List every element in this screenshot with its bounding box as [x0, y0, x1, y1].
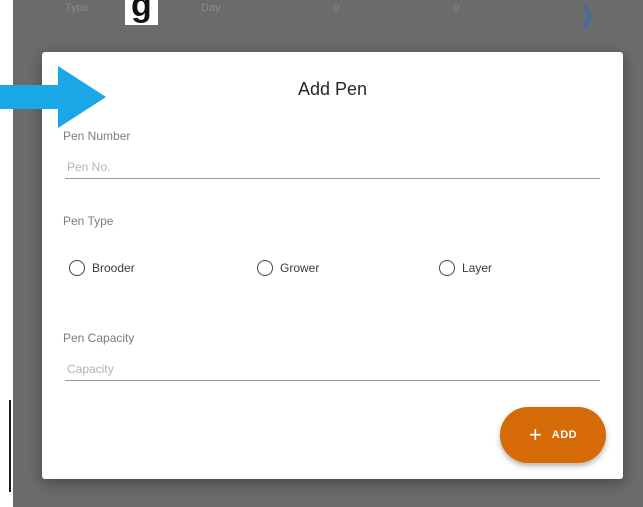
radio-label-grower: Grower: [280, 261, 320, 275]
background-heading: g: [125, 0, 159, 25]
chevron-right-icon: ❯: [580, 2, 594, 27]
radio-layer[interactable]: Layer: [439, 258, 492, 278]
add-pen-dialog: Add Pen Pen Number Pen Type Brooder Grow…: [42, 52, 623, 479]
screenshot-canvas: Type Day 0 0 ❯ g Add Pen Pen Number Pen …: [0, 0, 643, 507]
radio-circle-icon[interactable]: [69, 260, 85, 276]
add-button-label: ADD: [551, 429, 578, 441]
dialog-title: Add Pen: [297, 79, 368, 99]
radio-label-brooder: Brooder: [92, 261, 135, 275]
arrow-right-icon: [0, 66, 106, 128]
pen-type-label: Pen Type: [63, 214, 114, 228]
pen-number-input[interactable]: [65, 156, 600, 179]
pen-number-label: Pen Number: [63, 129, 131, 143]
background-table-row: Type Day 0 0 ❯: [13, 0, 643, 27]
radio-brooder[interactable]: Brooder: [69, 258, 135, 278]
background-cell: Day: [201, 2, 221, 14]
plus-icon: +: [528, 422, 542, 447]
pen-capacity-label: Pen Capacity: [63, 331, 135, 345]
radio-circle-icon[interactable]: [439, 260, 455, 276]
radio-grower[interactable]: Grower: [257, 258, 319, 278]
background-cell: Type: [65, 2, 89, 14]
radio-label-layer: Layer: [462, 261, 493, 275]
background-cell: 0: [333, 2, 340, 14]
window-edge: [9, 400, 11, 492]
background-cell: 0: [453, 2, 460, 14]
add-button[interactable]: + ADD: [500, 407, 606, 463]
pen-capacity-input[interactable]: [65, 358, 600, 381]
radio-circle-icon[interactable]: [257, 260, 273, 276]
